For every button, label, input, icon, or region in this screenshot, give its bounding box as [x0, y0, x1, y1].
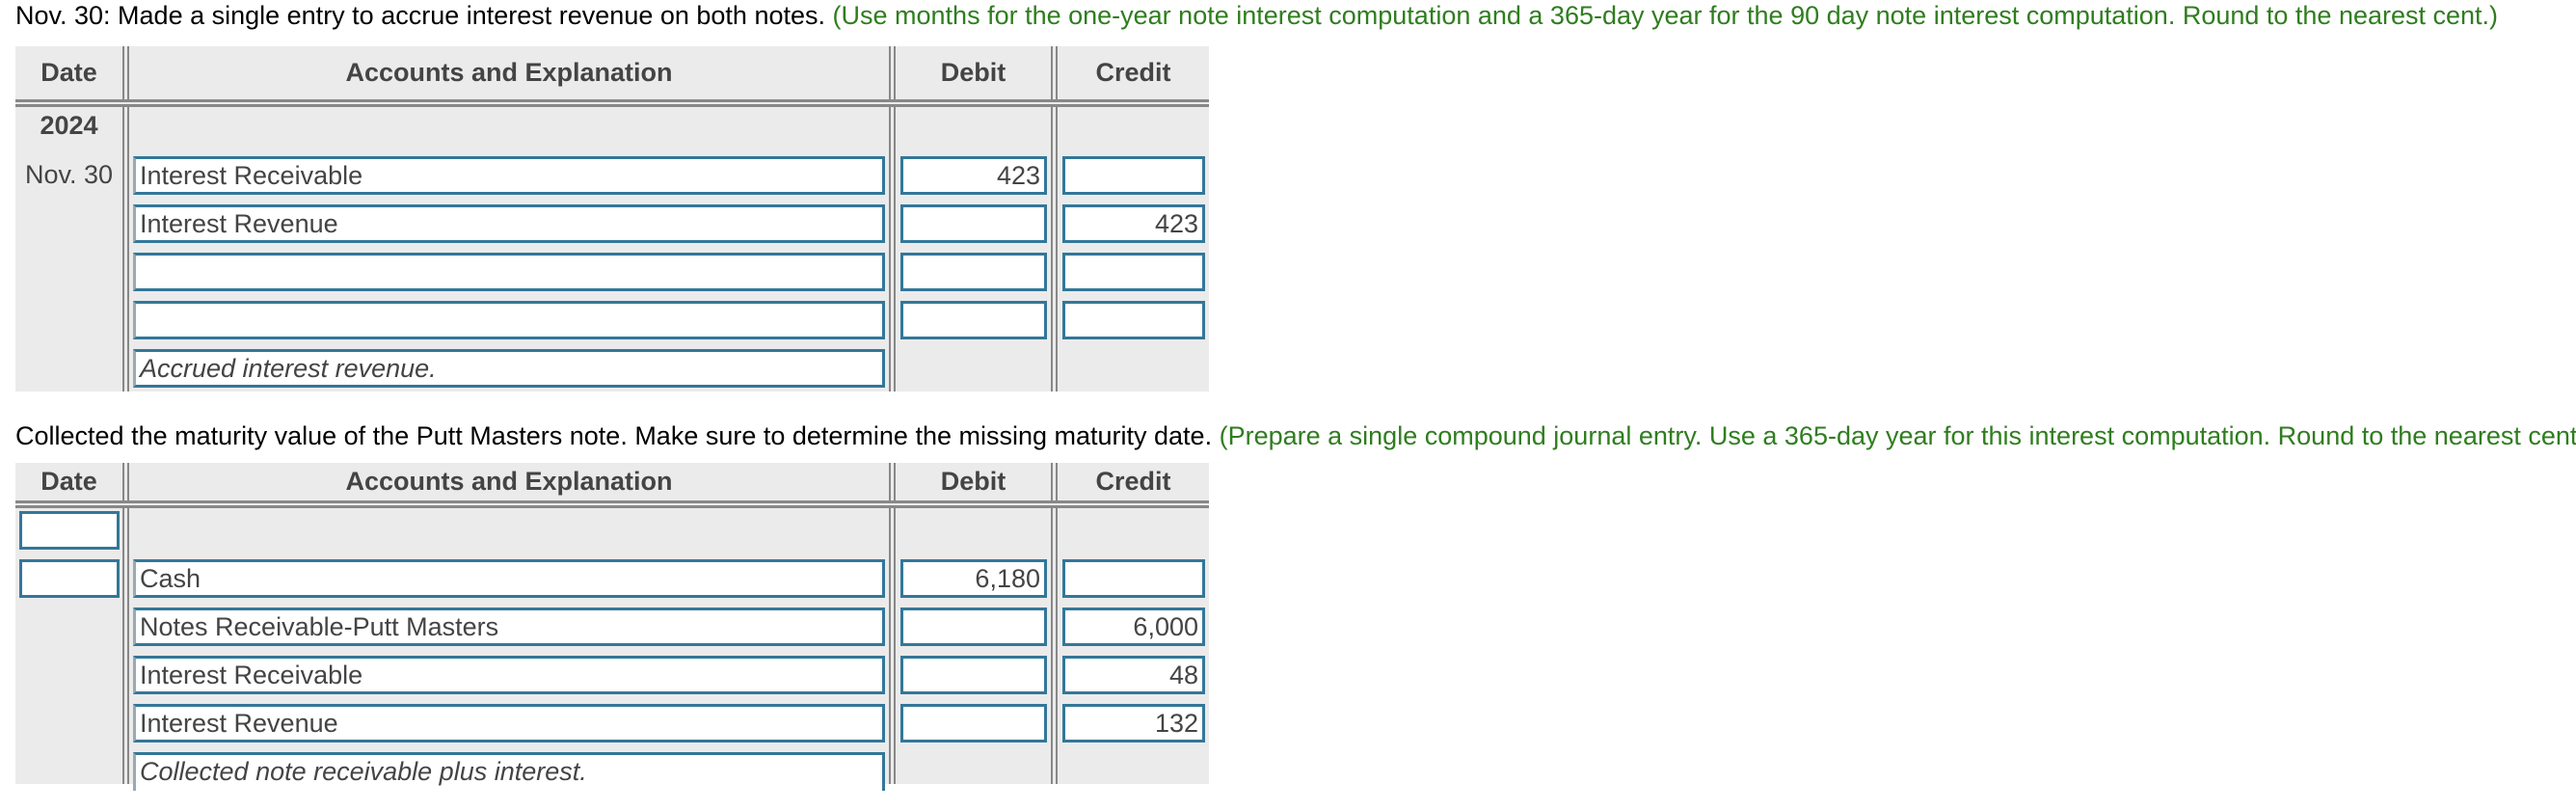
account-input[interactable]: Interest Revenue [133, 204, 885, 243]
header-debit: Debit [940, 58, 1006, 87]
credit-input[interactable] [1062, 156, 1205, 195]
credit-input[interactable] [1062, 253, 1205, 291]
instruction-maturity: Collected the maturity value of the Putt… [15, 420, 2576, 451]
header-credit: Credit [1095, 58, 1171, 87]
journal-entry-table-maturity: Date Accounts and Explanation Debit Cred… [15, 463, 1209, 791]
credit-input[interactable] [1062, 301, 1205, 339]
account-input[interactable] [133, 301, 885, 339]
credit-input[interactable]: 48 [1062, 656, 1205, 694]
debit-input[interactable]: 423 [900, 156, 1047, 195]
account-input[interactable]: Interest Revenue [133, 704, 885, 742]
column-divider [122, 463, 129, 784]
debit-input[interactable] [900, 656, 1047, 694]
table-header: Date Accounts and Explanation Debit Cred… [15, 46, 1209, 107]
credit-input[interactable] [1062, 559, 1205, 598]
account-input[interactable]: Interest Receivable [133, 156, 885, 195]
account-input[interactable] [133, 253, 885, 291]
header-divider [15, 99, 1209, 107]
instruction-hint: (Prepare a single compound journal entry… [1219, 421, 2576, 450]
instruction-text: Nov. 30: Made a single entry to accrue i… [15, 1, 825, 30]
date-day-input[interactable] [19, 559, 120, 598]
explanation-input[interactable]: Collected note receivable plus interest. [133, 752, 885, 791]
credit-input[interactable]: 132 [1062, 704, 1205, 742]
debit-input[interactable] [900, 608, 1047, 646]
header-accounts: Accounts and Explanation [345, 467, 673, 496]
debit-input[interactable] [900, 301, 1047, 339]
table-header: Date Accounts and Explanation Debit Cred… [15, 463, 1209, 508]
column-divider [1051, 463, 1058, 784]
account-input[interactable]: Cash [133, 559, 885, 598]
explanation-input[interactable]: Accrued interest revenue. [133, 349, 885, 388]
column-divider [889, 463, 896, 784]
header-date: Date [40, 467, 97, 496]
instruction-nov30: Nov. 30: Made a single entry to accrue i… [15, 0, 2498, 31]
header-credit: Credit [1095, 467, 1171, 496]
credit-input[interactable]: 423 [1062, 204, 1205, 243]
journal-entry-table-nov30: Date Accounts and Explanation Debit Cred… [15, 46, 1209, 392]
debit-input[interactable] [900, 253, 1047, 291]
entry-date: Nov. 30 [24, 160, 114, 189]
header-divider [15, 500, 1209, 508]
account-input[interactable]: Interest Receivable [133, 656, 885, 694]
header-debit: Debit [940, 467, 1006, 496]
header-date: Date [40, 58, 97, 87]
instruction-hint: (Use months for the one-year note intere… [832, 1, 2499, 30]
account-input[interactable]: Notes Receivable-Putt Masters [133, 608, 885, 646]
debit-input[interactable]: 6,180 [900, 559, 1047, 598]
instruction-text: Collected the maturity value of the Putt… [15, 421, 1213, 450]
date-month-input[interactable] [19, 511, 120, 550]
debit-input[interactable] [900, 704, 1047, 742]
debit-input[interactable] [900, 204, 1047, 243]
entry-year: 2024 [40, 111, 98, 140]
credit-input[interactable]: 6,000 [1062, 608, 1205, 646]
header-accounts: Accounts and Explanation [345, 58, 673, 87]
